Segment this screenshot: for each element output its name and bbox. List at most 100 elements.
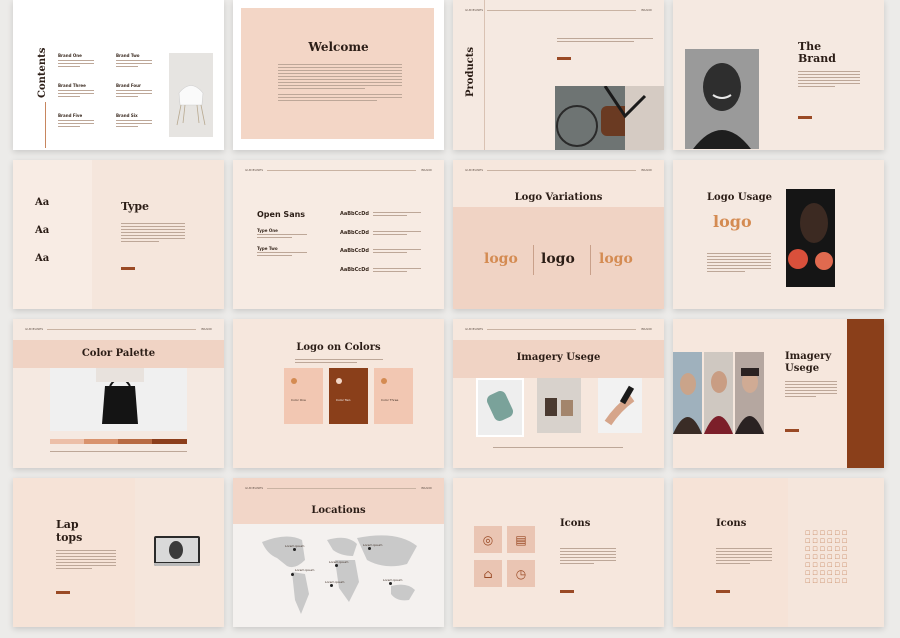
icon-set-grid-icon: ☐☐☐☐☐☐ ☐☐☐☐☐☐ ☐☐☐☐☐☐ ☐☐☐☐☐☐ ☐☐☐☐☐☐ ☐☐☐☐☐☐ ☐☐☐☐… <box>805 530 850 585</box>
slide-color-palette[interactable]: GUIDELINES BRAND Color Palette <box>13 319 224 468</box>
map-pin-icon[interactable] <box>389 582 392 585</box>
clock-icon: ◷ <box>507 560 535 587</box>
color-card-label: Color Three <box>381 398 399 402</box>
slide-the-brand[interactable]: The Brand <box>673 0 884 150</box>
slide-locations[interactable]: GUIDELINES BRAND Locations Lorem ipsum Lo… <box>233 478 444 627</box>
text-lines <box>278 64 402 91</box>
swatch-3 <box>118 439 152 444</box>
imagery-title-line2: Usege <box>785 363 820 374</box>
icons-title: Icons <box>716 518 747 529</box>
font-name: Open Sans <box>257 210 306 219</box>
color-card-3[interactable]: Color Three <box>374 368 413 424</box>
accent-bar <box>847 319 884 468</box>
woman-photo-1 <box>673 352 702 434</box>
imagery-title-line1: Imagery <box>785 351 832 362</box>
brand-four: Brand Four <box>116 83 141 88</box>
color-card-1[interactable]: Color One <box>284 368 323 424</box>
swatch-1 <box>50 439 85 444</box>
text-lines <box>798 71 860 89</box>
model-photo <box>786 189 835 287</box>
text-lines <box>116 60 152 69</box>
location-pin-4: Lorem ipsum <box>295 568 315 572</box>
tote-bag-photo <box>50 368 187 431</box>
shop-icon: ⌂ <box>474 560 502 587</box>
read-more-button[interactable] <box>56 591 70 594</box>
logo-dot-icon <box>291 378 297 384</box>
glyph-sample-2: AaBbCcDd <box>340 230 369 236</box>
text-lines <box>557 38 653 44</box>
slide-header: GUIDELINES BRAND <box>25 327 212 331</box>
laptops-title-line2: tops <box>56 531 83 544</box>
text-lines <box>58 120 94 129</box>
slide-header: GUIDELINES BRAND <box>465 327 652 331</box>
products-title: Products <box>465 46 476 97</box>
document-icon: ▤ <box>507 526 535 553</box>
text-lines <box>56 550 116 571</box>
slide-logo-on-colors[interactable]: Logo on Colors Color One Color Two Color… <box>233 319 444 468</box>
map-pin-icon[interactable] <box>293 548 296 551</box>
slide-imagery-usege[interactable]: GUIDELINES BRAND Imagery Usege <box>453 319 664 468</box>
read-more-button[interactable] <box>557 57 571 60</box>
laptops-title-line1: Lap <box>56 518 79 531</box>
accent-line <box>45 102 46 148</box>
text-lines <box>373 268 421 274</box>
map-pin-icon[interactable] <box>330 584 333 587</box>
locations-title: Locations <box>311 505 366 516</box>
type-sample-2: Aa <box>35 225 50 236</box>
logo-variant-1: logo <box>484 251 518 267</box>
text-lines <box>257 234 307 240</box>
lifebuoy-icon: ◎ <box>474 526 502 553</box>
laptop-photo <box>154 536 200 566</box>
slide-type[interactable]: Aa Aa Aa Type <box>13 160 224 309</box>
brand-title-line2: Brand <box>798 52 836 65</box>
color-card-label: Color Two <box>336 398 351 402</box>
type-two-label: Type Two <box>257 246 278 251</box>
slide-welcome[interactable]: Welcome <box>233 0 444 150</box>
title-band <box>233 478 444 524</box>
text-lines <box>116 120 152 129</box>
map-pin-icon[interactable] <box>368 547 371 550</box>
map-pin-icon[interactable] <box>335 564 338 567</box>
chair-photo <box>169 53 213 137</box>
text-lines <box>707 253 771 274</box>
map-pin-icon[interactable] <box>291 573 294 576</box>
read-more-button[interactable] <box>785 429 799 432</box>
slide-logo-usage[interactable]: Logo Usage logo <box>673 160 884 309</box>
slide-icons-2[interactable]: Icons ☐☐☐☐☐☐ ☐☐☐☐☐☐ ☐☐☐☐☐☐ ☐☐☐☐☐☐ ☐☐☐☐☐☐ ☐☐☐☐… <box>673 478 884 627</box>
icons-title: Icons <box>560 518 591 529</box>
text-lines <box>785 381 837 399</box>
location-pin-2: Lorem ipsum <box>363 543 383 547</box>
slide-contents[interactable]: Contents Brand One Brand Two Brand Three… <box>13 0 224 150</box>
logo-usage-title: Logo Usage <box>707 192 773 203</box>
read-more-button[interactable] <box>560 590 574 593</box>
glyph-sample-4: AaBbCcDd <box>340 267 369 273</box>
text-lines <box>373 212 421 218</box>
slide-icons-1[interactable]: ◎ ▤ ⌂ ◷ Icons <box>453 478 664 627</box>
product-photo-2 <box>537 378 581 433</box>
location-pin-3: Lorem ipsum <box>329 560 349 564</box>
slide-imagery-usege-2[interactable]: Imagery Usege <box>673 319 884 468</box>
portrait-photo <box>685 49 759 149</box>
divider <box>590 245 591 275</box>
color-card-2[interactable]: Color Two <box>329 368 368 424</box>
type-sample-3: Aa <box>35 253 50 264</box>
slide-logo-variations[interactable]: GUIDELINES BRAND Logo Variations logo log… <box>453 160 664 309</box>
color-card-label: Color One <box>291 398 306 402</box>
welcome-title: Welcome <box>308 40 369 54</box>
product-photo-1 <box>476 378 524 437</box>
brand-six: Brand Six <box>116 113 138 118</box>
logo-variant-2: logo <box>541 251 575 267</box>
slide-products[interactable]: GUIDELINES BRAND Products <box>453 0 664 150</box>
logo-dot-icon <box>336 378 342 384</box>
slide-open-sans[interactable]: GUIDELINES BRAND Open Sans Type One Type … <box>233 160 444 309</box>
brand-one: Brand One <box>58 53 82 58</box>
read-more-button[interactable] <box>798 116 812 119</box>
bicycle-photo <box>555 86 664 150</box>
slide-laptops[interactable]: Lap tops <box>13 478 224 627</box>
slide-header: GUIDELINES BRAND <box>245 486 432 490</box>
text-lines <box>493 447 623 450</box>
swatch-2 <box>84 439 118 444</box>
read-more-button[interactable] <box>121 267 135 270</box>
divider <box>484 0 485 150</box>
read-more-button[interactable] <box>716 590 730 593</box>
